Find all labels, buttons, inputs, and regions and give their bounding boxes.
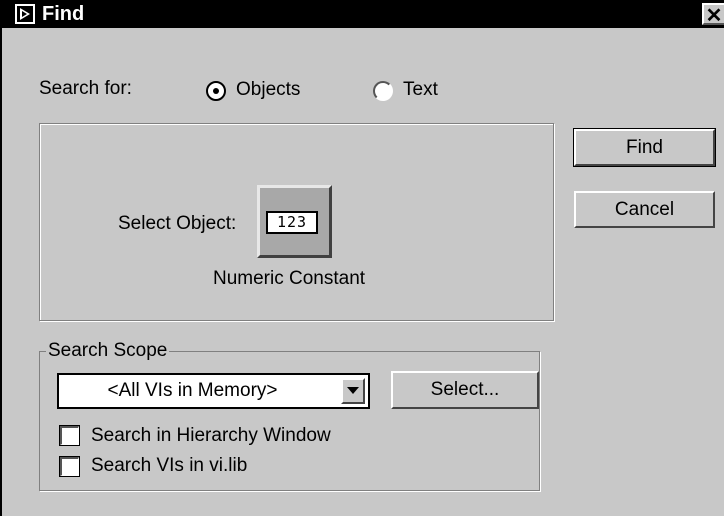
find-dialog: Find ✕ Search for: Objects Text Select O… xyxy=(0,0,724,516)
select-object-button[interactable]: 123 xyxy=(257,185,332,258)
numeric-constant-icon: 123 xyxy=(266,211,318,234)
radio-text[interactable] xyxy=(373,81,393,101)
vi-lib-checkbox[interactable] xyxy=(59,456,80,477)
hierarchy-window-checkbox[interactable] xyxy=(59,425,80,446)
select-button[interactable]: Select... xyxy=(391,371,539,409)
scope-dropdown[interactable]: <All VIs in Memory> xyxy=(57,373,370,409)
radio-selected-dot-icon xyxy=(213,88,219,94)
chevron-down-icon[interactable] xyxy=(341,378,365,404)
scope-dropdown-value: <All VIs in Memory> xyxy=(107,380,278,401)
radio-text-label[interactable]: Text xyxy=(403,79,438,101)
cancel-button[interactable]: Cancel xyxy=(574,191,715,228)
find-app-icon xyxy=(15,4,35,24)
vi-lib-label[interactable]: Search VIs in vi.lib xyxy=(91,455,247,477)
radio-objects-label[interactable]: Objects xyxy=(236,79,300,101)
object-name-label: Numeric Constant xyxy=(213,268,366,289)
title-bar: Find ✕ xyxy=(2,0,724,28)
window-title: Find xyxy=(42,3,85,25)
search-scope-title: Search Scope xyxy=(46,340,170,361)
radio-objects[interactable] xyxy=(206,81,226,101)
find-button[interactable]: Find xyxy=(573,128,716,167)
select-object-label: Select Object: xyxy=(118,213,237,234)
search-for-label: Search for: xyxy=(39,78,132,99)
close-icon[interactable]: ✕ xyxy=(702,3,724,27)
hierarchy-window-label[interactable]: Search in Hierarchy Window xyxy=(91,425,331,447)
